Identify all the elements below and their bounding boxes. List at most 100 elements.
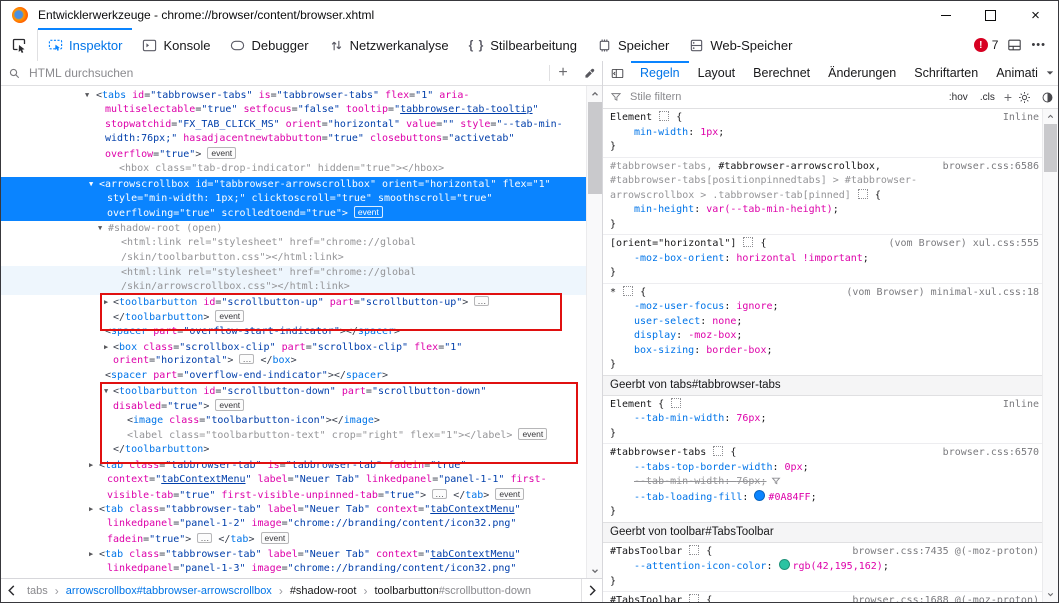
breadcrumb-item[interactable]: #shadow-root (290, 585, 357, 597)
sidebar-tab-layout[interactable]: Layout (689, 61, 745, 85)
tab-konsole[interactable]: Konsole (132, 29, 220, 61)
rule-selector[interactable]: browser.css:6570#tabbrowser-tabs { (610, 446, 1039, 461)
event-badge[interactable]: event (354, 206, 383, 218)
selector-highlighter-icon[interactable] (858, 189, 868, 199)
markup-line[interactable]: ▶<tab class="tabbrowser-tab" label="Neue… (1, 547, 586, 562)
rule-selector[interactable]: arrowscrollbox > .tabbrowser-tab[pinned]… (610, 189, 1039, 204)
css-declaration[interactable]: display: -moz-box; (610, 329, 1039, 344)
sidebar-tab-regeln[interactable]: Regeln (631, 61, 689, 85)
markup-line[interactable]: <spacer part="overflow-start-indicator">… (1, 325, 586, 340)
event-badge[interactable]: event (207, 147, 236, 159)
light-theme-icon[interactable] (1018, 91, 1031, 104)
event-badge[interactable]: event (261, 532, 290, 544)
markup-line[interactable]: /skin/arrowscrollbox.css"></html:link> (1, 280, 586, 295)
css-declaration[interactable]: min-height: var(--tab-min-height); (610, 203, 1039, 218)
expand-arrow[interactable]: ▶ (89, 502, 99, 517)
expand-arrow[interactable]: ▼ (89, 177, 99, 192)
markup-line[interactable]: </toolbarbutton> event (1, 310, 586, 325)
color-swatch[interactable] (779, 559, 790, 570)
selector-highlighter-icon[interactable] (671, 398, 681, 408)
stylesheet-link[interactable]: browser.css:7435 @(-moz-proton) (852, 545, 1039, 560)
rule-selector[interactable]: browser.css:6586#tabbrowser-tabs, #tabbr… (610, 160, 1039, 175)
stylesheet-link[interactable]: (vom Browser) xul.css:555 (888, 237, 1039, 252)
css-declaration[interactable]: --tab-loading-fill: #0A84FF; (610, 490, 1039, 506)
stylesheet-link[interactable]: (vom Browser) minimal-xul.css:18 (846, 286, 1039, 301)
dark-theme-icon[interactable] (1041, 91, 1054, 104)
expand-arrow[interactable]: ▼ (98, 221, 108, 236)
selector-highlighter-icon[interactable] (659, 111, 669, 121)
markup-line[interactable]: <label class="toolbarbutton-text" crop="… (1, 428, 586, 443)
expand-badge[interactable]: … (197, 533, 212, 543)
markup-line[interactable]: ▶<tab class="tabbrowser-tab" label="Neue… (1, 502, 586, 517)
pseudo-class-button[interactable]: :hov (946, 91, 971, 104)
breadcrumb-item[interactable]: arrowscrollbox#tabbrowser-arrowscrollbox (66, 585, 272, 597)
event-badge[interactable]: event (495, 488, 524, 500)
sidebar-tab-berechnet[interactable]: Berechnet (744, 61, 819, 85)
css-declaration[interactable]: box-sizing: border-box; (610, 344, 1039, 359)
markup-line[interactable]: orient="horizontal"> … </box> (1, 354, 586, 369)
markup-line[interactable]: <spacer part="overflow-end-indicator"></… (1, 369, 586, 384)
sidebar-tab-änderungen[interactable]: Änderungen (819, 61, 905, 85)
css-declaration[interactable]: user-select: none; (610, 315, 1039, 330)
expand-arrow[interactable]: ▶ (89, 547, 99, 562)
markup-line[interactable]: ▶<toolbarbutton id="scrollbutton-up" par… (1, 295, 586, 310)
scroll-up-arrow[interactable] (1043, 110, 1058, 123)
breadcrumb-item[interactable]: tabs (27, 585, 48, 597)
markup-line[interactable]: linkedpanel="panel-1-3" image="chrome://… (1, 562, 586, 577)
tab-netzwerkanalyse[interactable]: Netzwerkanalyse (319, 29, 459, 61)
markup-line[interactable]: linkedpanel="panel-1-2" image="chrome://… (1, 517, 586, 532)
css-declaration[interactable]: -moz-box-orient: horizontal !important; (610, 252, 1039, 267)
rules-scrollbar[interactable] (1042, 109, 1058, 602)
markup-line[interactable]: overflowing="true" scrolledtoend="true">… (1, 206, 586, 221)
rule-selector[interactable]: InlineElement { (610, 111, 1039, 126)
breadcrumb-scroll-right[interactable] (581, 579, 602, 602)
search-input[interactable] (27, 65, 549, 81)
markup-line[interactable]: </toolbarbutton> (1, 443, 586, 458)
markup-line[interactable]: stopwatchid="FX_TAB_CLICK_MS" orient="ho… (1, 118, 586, 133)
markup-line[interactable]: ▶<tab class="tabbrowser-tab" is="tabbrow… (1, 458, 586, 473)
pick-element-button[interactable] (1, 29, 38, 61)
markup-line[interactable]: disabled="true"> event (1, 399, 586, 414)
rule-selector[interactable]: browser.css:1688 @(-moz-proton)#TabsTool… (610, 594, 1039, 602)
maximize-button[interactable] (968, 1, 1013, 29)
tab-stilbearbeitung[interactable]: { }Stilbearbeitung (459, 29, 587, 61)
selector-highlighter-icon[interactable] (623, 286, 633, 296)
markup-line[interactable]: <hbox class="tab-drop-indicator" hidden=… (1, 162, 586, 177)
close-button[interactable]: × (1013, 1, 1058, 29)
minimize-button[interactable] (923, 1, 968, 29)
markup-line[interactable]: overflow="true"> event (1, 147, 586, 162)
stylesheet-link[interactable]: browser.css:6570 (943, 446, 1039, 461)
markup-line[interactable]: fadein="true"> … </tab> event (1, 532, 586, 547)
markup-line[interactable]: style="min-width: 1px;" clicktoscroll="t… (1, 192, 586, 207)
tab-inspektor[interactable]: Inspektor (38, 29, 132, 61)
stylesheet-link[interactable]: Inline (1003, 398, 1039, 413)
expand-arrow[interactable]: ▶ (89, 458, 99, 473)
markup-line[interactable]: <html:link rel="stylesheet" href="chrome… (1, 266, 586, 281)
class-toggle-button[interactable]: .cls (977, 91, 998, 104)
rule-selector[interactable]: (vom Browser) xul.css:555[orient="horizo… (610, 237, 1039, 252)
markup-line[interactable]: context="tabContextMenu" label="Neuer Ta… (1, 473, 586, 488)
scroll-down-arrow[interactable] (1043, 588, 1058, 601)
selector-highlighter-icon[interactable] (689, 594, 699, 602)
style-filter-input[interactable] (628, 90, 940, 104)
sidebar-tab-schriftarten[interactable]: Schriftarten (905, 61, 987, 85)
expand-badge[interactable]: … (239, 354, 254, 364)
tab-debugger[interactable]: Debugger (220, 29, 318, 61)
breadcrumb-item[interactable]: toolbarbutton#scrollbutton-down (374, 585, 531, 597)
markup-line[interactable]: ▼<arrowscrollbox id="tabbrowser-arrowscr… (1, 177, 586, 192)
tab-speicher[interactable]: Speicher (587, 29, 679, 61)
css-declaration[interactable]: --tab-min-width: 76px; (610, 412, 1039, 427)
devtools-menu-button[interactable]: ••• (1031, 39, 1046, 51)
event-badge[interactable]: event (215, 310, 244, 322)
selector-highlighter-icon[interactable] (689, 545, 699, 555)
expand-badge[interactable]: … (474, 296, 489, 306)
rule-selector[interactable]: InlineElement { (610, 398, 1039, 413)
sidebar-toggle-button[interactable] (603, 61, 631, 85)
expand-arrow[interactable]: ▶ (104, 295, 113, 310)
breadcrumb-scroll-left[interactable] (1, 585, 21, 596)
scroll-up-arrow[interactable] (587, 87, 603, 100)
stylesheet-link[interactable]: browser.css:6586 (943, 160, 1039, 175)
expand-arrow[interactable]: ▼ (104, 384, 113, 399)
overridden-filter-icon[interactable] (771, 476, 781, 486)
css-declaration[interactable]: min-width: 1px; (610, 126, 1039, 141)
